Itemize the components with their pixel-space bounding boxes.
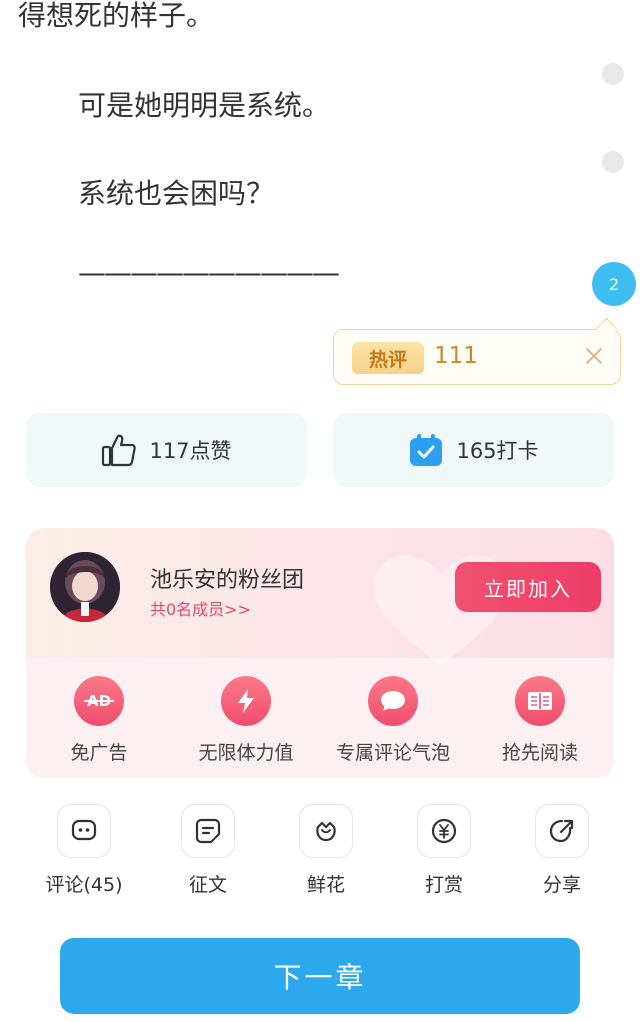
hot-comment-tag: 热评 — [352, 342, 424, 374]
close-icon[interactable] — [582, 344, 606, 368]
perk-comment-bubble[interactable]: 专属评论气泡 — [320, 676, 466, 765]
reward-icon — [417, 804, 471, 858]
fan-club-members-link[interactable]: 共0名成员>> — [150, 596, 251, 620]
perk-label: 无限体力值 — [198, 742, 294, 764]
flower-icon — [299, 804, 353, 858]
essay-contest-button[interactable]: 征文 — [158, 804, 258, 897]
story-separator: —————————— — [78, 256, 340, 289]
story-line: 得想死的样子。 — [18, 0, 215, 32]
share-button[interactable]: 分享 — [512, 804, 612, 897]
reward-label: 打赏 — [424, 874, 463, 896]
chat-bubble-icon — [368, 676, 418, 726]
ad-free-icon: AD — [74, 676, 124, 726]
comment-icon — [57, 804, 111, 858]
perk-label: 专属评论气泡 — [335, 742, 450, 764]
comment-button[interactable]: 评论(45) — [34, 804, 134, 897]
calendar-check-icon — [410, 434, 443, 466]
checkin-button[interactable]: 165打卡 — [333, 413, 614, 487]
like-count: 117点赞 — [149, 439, 232, 463]
perk-label: 抢先阅读 — [501, 742, 578, 764]
perk-unlimited-stamina[interactable]: 无限体力值 — [173, 676, 319, 765]
perk-early-reading[interactable]: 抢先阅读 — [467, 676, 613, 765]
essay-label: 征文 — [188, 874, 227, 896]
story-line: 可是她明明是系统。 — [78, 89, 331, 122]
hot-comment-bubble[interactable]: 热评 111 — [333, 329, 621, 385]
share-icon — [535, 804, 589, 858]
perk-label: 免广告 — [70, 742, 128, 764]
comment-label: 评论(45) — [45, 874, 123, 896]
book-icon — [515, 676, 565, 726]
paragraph-comment-dot[interactable] — [602, 151, 624, 173]
join-fan-club-button[interactable]: 立即加入 — [455, 562, 601, 612]
perk-ad-free[interactable]: AD 免广告 — [26, 676, 172, 765]
paragraph-comment-count[interactable]: 2 — [592, 262, 636, 306]
lightning-icon — [221, 676, 271, 726]
reward-button[interactable]: 打赏 — [394, 804, 494, 897]
thumbs-up-icon — [102, 434, 137, 467]
next-chapter-button[interactable]: 下一章 — [60, 938, 580, 1014]
avatar[interactable] — [50, 552, 120, 622]
flower-label: 鲜花 — [306, 874, 345, 896]
essay-icon — [181, 804, 235, 858]
like-button[interactable]: 117点赞 — [26, 413, 307, 487]
checkin-count: 165打卡 — [456, 439, 539, 463]
paragraph-comment-dot[interactable] — [602, 63, 624, 85]
share-label: 分享 — [542, 874, 581, 896]
story-line: 系统也会困吗？ — [78, 177, 275, 210]
fan-club-title: 池乐安的粉丝团 — [150, 568, 305, 593]
flower-button[interactable]: 鲜花 — [276, 804, 376, 897]
hot-comment-text: 111 — [434, 343, 478, 369]
fan-club-card: 池乐安的粉丝团 共0名成员>> 立即加入 AD 免广告 无限体力值 专属评论气泡 — [26, 528, 614, 778]
